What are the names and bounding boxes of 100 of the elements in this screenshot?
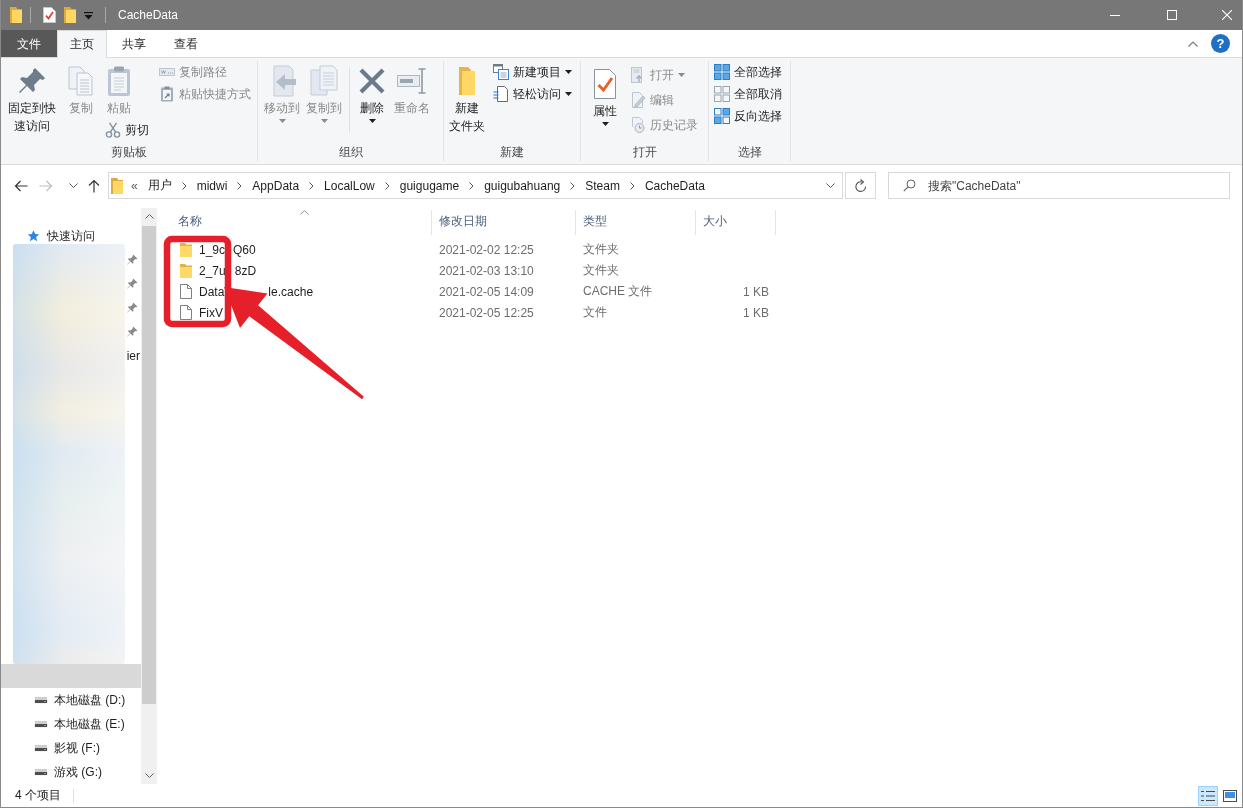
search-field[interactable]: 搜索"CacheData" <box>888 172 1230 199</box>
caret-icon <box>368 119 376 123</box>
chevron-right-icon <box>469 181 475 190</box>
drive-icon <box>34 720 48 728</box>
file-type: 文件夹 <box>582 262 620 279</box>
window-title: CacheData <box>118 8 179 22</box>
refresh-button[interactable] <box>845 172 876 199</box>
select-none-button[interactable]: 全部取消 <box>711 83 785 105</box>
caret-icon <box>84 10 93 20</box>
file-tab[interactable]: 文件 <box>1 30 57 57</box>
delete-button[interactable]: 删除 <box>354 61 390 125</box>
scissors-icon <box>105 122 121 138</box>
chevron-right-icon <box>309 181 315 190</box>
chevron-up-icon <box>144 214 154 219</box>
file-icon <box>180 305 192 320</box>
column-header[interactable]: 修改日期 <box>432 210 576 235</box>
new-item-button[interactable]: 新建项目 <box>490 61 575 83</box>
chevron-down-icon <box>825 183 835 188</box>
documents-icon <box>308 65 340 97</box>
file-name[interactable]: Data <box>199 284 225 299</box>
sort-caret-icon <box>300 210 309 215</box>
refresh-icon <box>854 179 867 192</box>
chevron-right-icon <box>570 181 576 190</box>
breadcrumb-button[interactable]: 用户 <box>142 174 177 197</box>
group-label: 剪贴板 <box>110 144 148 161</box>
breadcrumb-button[interactable]: midwi <box>191 174 233 197</box>
breadcrumb-button[interactable]: AppData <box>247 174 305 197</box>
breadcrumb-button[interactable]: LocalLow <box>319 174 380 197</box>
file-name[interactable]: FixV <box>199 305 223 320</box>
minimize-icon <box>1110 14 1120 16</box>
grid-outline-icon <box>714 86 730 102</box>
left-arrow-icon <box>14 179 28 192</box>
file-icon <box>180 284 192 299</box>
file-name[interactable]: le.cache <box>268 284 314 299</box>
scrollbar-thumb[interactable] <box>142 226 156 704</box>
group-label: 打开 <box>631 144 658 161</box>
file-name[interactable]: 2_7u <box>199 263 226 278</box>
cut-button[interactable]: 剪切 <box>102 119 152 141</box>
group-label: 新建 <box>499 144 525 161</box>
page-pencil-icon <box>630 92 646 108</box>
nav-item[interactable]: 游戏 (G:) <box>1 760 141 784</box>
column-header[interactable]: 名称 <box>166 210 432 235</box>
properties-button[interactable]: 属性 <box>585 64 625 128</box>
grid-icon <box>714 64 730 80</box>
path-overflow-button[interactable]: « <box>129 174 140 197</box>
nav-item[interactable]: 快速访问 <box>1 224 141 248</box>
chevron-down-icon <box>68 183 78 188</box>
nav-item[interactable]: 本地磁盘 (D:) <box>1 688 141 712</box>
file-size: 1 KB <box>742 284 770 299</box>
details-list-icon <box>1201 789 1215 802</box>
new-folder-button[interactable]: 新建文件夹 <box>445 61 489 137</box>
page-lines-icon <box>493 86 509 102</box>
file-type: 文件夹 <box>582 241 620 258</box>
drive-icon <box>34 768 48 776</box>
select-all-button[interactable]: 全部选择 <box>711 61 785 83</box>
date-modified: 2021-02-03 13:10 <box>438 263 535 278</box>
file-name[interactable]: 8zD <box>234 263 257 278</box>
folder-icon <box>111 177 123 194</box>
caret-icon <box>320 119 328 123</box>
chevron-right-icon <box>629 181 635 190</box>
search-icon <box>903 179 916 192</box>
chevron-down-icon <box>144 773 154 778</box>
folder-icon <box>64 7 76 23</box>
star-icon <box>27 230 40 242</box>
column-header[interactable]: 大小 <box>696 210 776 235</box>
item-count: 4 个项目 <box>15 787 61 804</box>
ribbon-tab[interactable]: 主页 <box>57 30 107 58</box>
ribbon-tab[interactable]: 查看 <box>161 30 211 58</box>
drive-icon <box>34 744 48 752</box>
maximize-icon <box>1167 10 1177 20</box>
group-label: 组织 <box>337 144 364 161</box>
close-icon <box>1222 10 1232 20</box>
invert-selection-button[interactable]: 反向选择 <box>711 105 785 127</box>
ribbon-tab[interactable]: 共享 <box>109 30 159 58</box>
file-size: 1 KB <box>742 305 770 320</box>
easy-access-button[interactable]: 轻松访问 <box>490 83 575 105</box>
file-name[interactable]: 1_9c <box>199 242 226 257</box>
window-stack-icon <box>493 64 509 80</box>
breadcrumb-button[interactable]: guigugame <box>394 174 465 197</box>
file-name[interactable]: Q60 <box>233 242 256 257</box>
pin-to-quick-access-button[interactable]: 固定到快速访问 <box>4 61 60 137</box>
breadcrumb-button[interactable]: guigubahuang <box>479 174 566 197</box>
chevron-right-icon <box>237 181 243 190</box>
nav-item-label[interactable]: ier <box>126 349 140 363</box>
nav-item[interactable]: 本地磁盘 (E:) <box>1 712 141 736</box>
column-header[interactable]: 类型 <box>576 210 696 235</box>
folder-icon <box>180 242 192 257</box>
caret-icon <box>565 92 572 96</box>
chevron-right-icon <box>181 181 187 190</box>
nav-item[interactable]: 影视 (F:) <box>1 736 141 760</box>
breadcrumb-button[interactable]: CacheData <box>639 174 710 197</box>
folder-icon <box>10 7 22 23</box>
help-button[interactable]: ? <box>1211 34 1230 53</box>
caret-icon <box>565 70 572 74</box>
breadcrumb-button[interactable]: Steam <box>580 174 625 197</box>
up-arrow-icon <box>88 178 100 193</box>
grid-icon <box>714 108 730 124</box>
details-view-button[interactable] <box>1198 785 1218 806</box>
address-bar[interactable]: « 用户 midwi AppData LocalLow guigugame guigubahuang Steam CacheData <box>108 172 843 199</box>
file-type: CACHE 文件 <box>582 283 654 300</box>
